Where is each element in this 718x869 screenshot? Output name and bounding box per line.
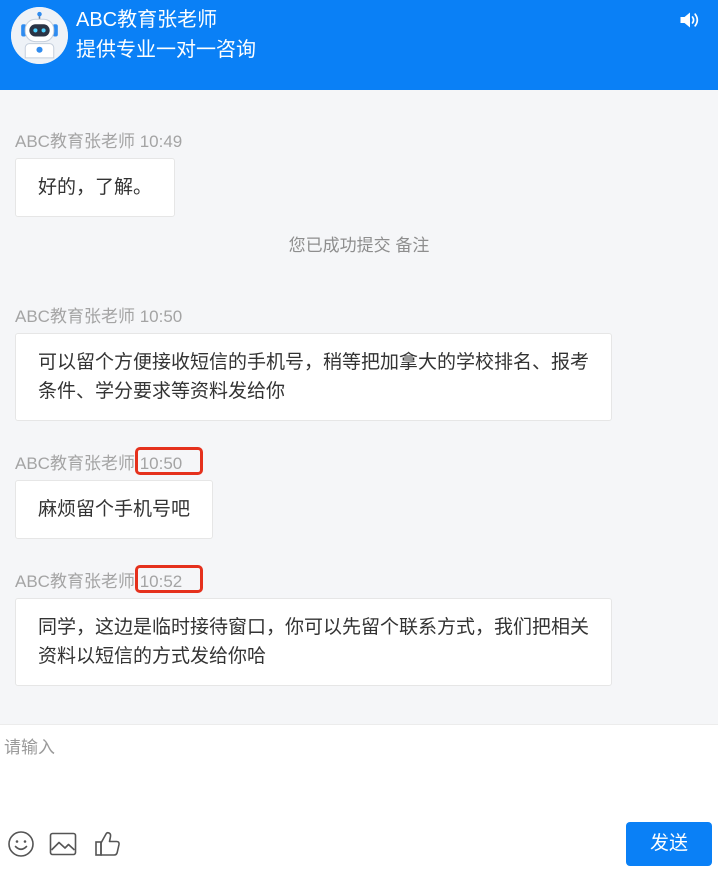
message-time: 10:50 — [139, 307, 183, 326]
message-meta: ABC教育张老师 10:50 — [15, 307, 612, 327]
message-text: 资料以短信的方式发给你哈 — [38, 646, 267, 667]
message-text: 条件、学分要求等资料发给你 — [38, 381, 286, 402]
system-notice: 您已成功提交 备注 — [288, 236, 430, 255]
message-meta: ABC教育张老师 10:52 — [15, 565, 612, 593]
message-time: 10:50 — [134, 447, 203, 475]
message-bubble: 同学，这边是临时接待窗口，你可以先留个联系方式，我们把相关 资料以短信的方式发给… — [15, 598, 612, 686]
message-item: ABC教育张老师 10:49 好的，了解。 — [15, 132, 182, 217]
message-bubble: 麻烦留个手机号吧 — [15, 480, 214, 539]
message-list: ABC教育张老师 10:49 好的，了解。 您已成功提交 备注 ABC教育张老师… — [0, 90, 718, 724]
highlight-box — [134, 565, 203, 593]
sender-name: ABC教育张老师 — [15, 132, 135, 151]
sender-name: ABC教育张老师 — [15, 454, 135, 473]
message-input[interactable] — [4, 736, 704, 806]
input-area: 发送 — [0, 724, 718, 869]
smile-icon[interactable] — [6, 829, 36, 859]
agent-subtitle: 提供专业一对一咨询 — [76, 39, 256, 61]
message-meta: ABC教育张老师 10:50 — [15, 447, 213, 475]
message-text: 同学，这边是临时接待窗口，你可以先留个联系方式，我们把相关 — [38, 617, 590, 638]
message-bubble: 好的，了解。 — [15, 158, 176, 217]
message-bubble: 可以留个方便接收短信的手机号，稍等把加拿大的学校排名、报考 条件、学分要求等资料… — [15, 333, 612, 421]
message-text: 麻烦留个手机号吧 — [38, 499, 191, 520]
message-item: ABC教育张老师 10:52 同学，这边是临时接待窗口，你可以先留个联系方式，我… — [15, 565, 612, 686]
chat-header: ABC教育张老师 提供专业一对一咨询 — [0, 0, 718, 90]
message-time: 10:52 — [134, 565, 203, 593]
highlight-box — [134, 447, 203, 475]
sender-name: ABC教育张老师 — [15, 307, 135, 326]
sender-name: ABC教育张老师 — [15, 572, 135, 591]
message-time: 10:49 — [139, 132, 183, 151]
message-meta: ABC教育张老师 10:49 — [15, 132, 182, 152]
message-text: 可以留个方便接收短信的手机号，稍等把加拿大的学校排名、报考 — [38, 352, 590, 373]
send-button[interactable]: 发送 — [626, 822, 712, 866]
thumbs-up-icon[interactable] — [93, 829, 123, 859]
message-item: ABC教育张老师 10:50 可以留个方便接收短信的手机号，稍等把加拿大的学校排… — [15, 307, 612, 421]
speaker-icon[interactable] — [679, 11, 700, 29]
message-text: 好的，了解。 — [38, 177, 153, 198]
robot-icon — [11, 7, 68, 64]
chat-window: ABC教育张老师 提供专业一对一咨询 ABC教育张老师 10:49 好的，了解。… — [0, 0, 718, 869]
image-icon[interactable] — [48, 829, 78, 859]
agent-name: ABC教育张老师 — [76, 9, 218, 31]
message-item: ABC教育张老师 10:50 麻烦留个手机号吧 — [15, 447, 214, 539]
